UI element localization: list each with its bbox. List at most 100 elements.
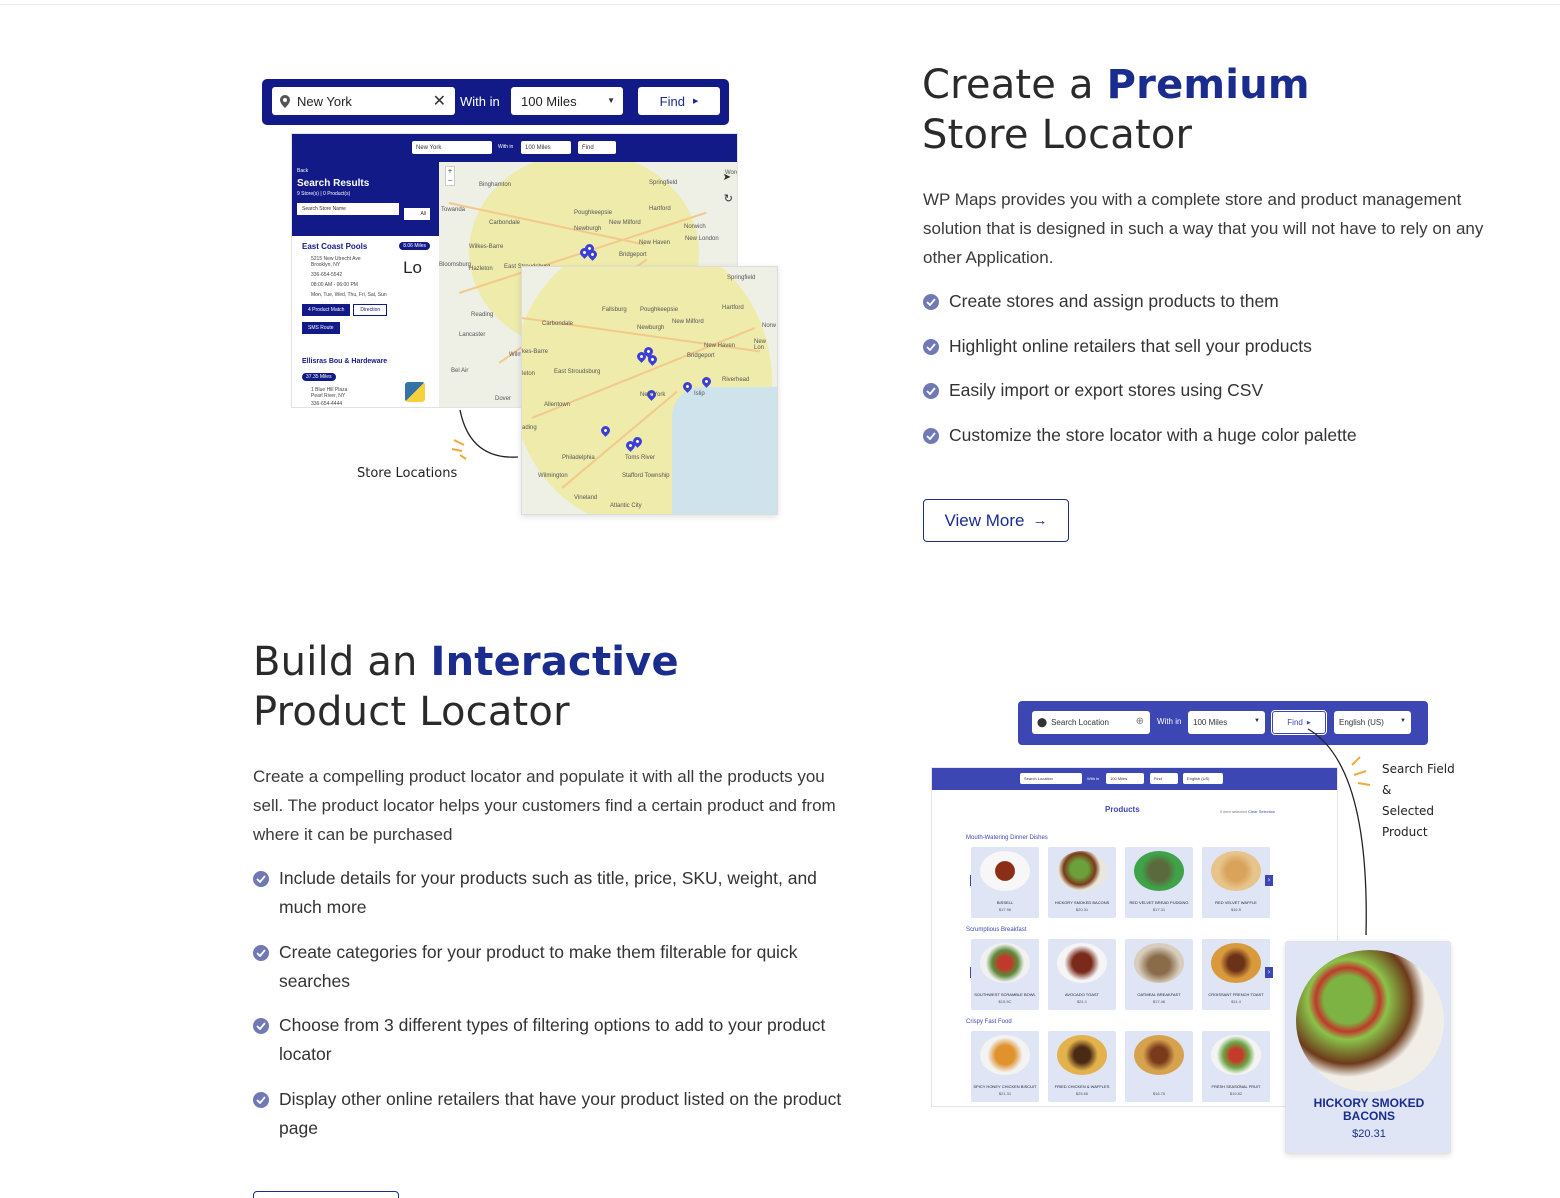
results-header: Back Search Results 9 Store(s) | 0 Produ… <box>292 162 439 236</box>
store-card-2: Ellisras Bou & Hardeware 37.35 Miles 1 B… <box>302 358 430 407</box>
check-circle-icon <box>923 294 939 310</box>
store-card-1: East Coast Pools 8.06 Miles 5215 New Utr… <box>302 242 430 334</box>
view-more-label: View More <box>944 510 1025 530</box>
mini-find-label: Find <box>582 144 594 151</box>
section2-heading: Build an Interactive Product Locator <box>253 637 679 737</box>
location-pin-icon: ⬤ <box>1037 717 1048 727</box>
radius-select[interactable]: 100 Miles ▼ <box>1188 711 1265 734</box>
connector-arrow <box>1307 728 1371 936</box>
results-count: 9 Store(s) | 0 Product(s) <box>297 191 351 197</box>
section1-heading-pre: Create a <box>922 62 1107 108</box>
map-town-label: New Milford <box>609 220 641 226</box>
map-town-label: Lancaster <box>459 332 486 338</box>
section1-heading-post: Store Locator <box>922 112 1193 158</box>
feature-item: Create categories for your product to ma… <box>253 938 853 996</box>
map-town-label: Norw <box>762 323 777 329</box>
product-card: RED VELVET BREAD PUDDING $17.31 <box>1125 847 1193 918</box>
map-town-label: New Haven <box>704 343 736 349</box>
map-town-label: New Milford <box>672 319 704 325</box>
section2-feature-list: Include details for your products such a… <box>253 864 853 1143</box>
map-town-label: Newburgh <box>637 325 665 331</box>
store-1-hours: 08:00 AM - 06:00 PM <box>311 282 358 288</box>
mini-radius-select: 100 Miles <box>1106 773 1144 784</box>
chevron-right-icon: › <box>1265 967 1273 978</box>
map-town-label: Poughkeepsie <box>640 307 679 313</box>
product-card: SPICY HONEY CHICKEN BISCUIT $21.31 <box>971 1031 1039 1102</box>
section1-heading-accent: Premium <box>1106 62 1310 108</box>
location-input[interactable]: New York ✕ <box>272 87 455 115</box>
pointer-arrow <box>451 409 519 460</box>
check-circle-icon <box>923 427 939 444</box>
product-card: BISSELL $17.96 <box>971 847 1039 918</box>
store-1-logo: Lo <box>403 258 422 277</box>
map-town-label: Springfield <box>649 180 678 186</box>
map-town-label: Norwich <box>684 224 706 230</box>
section2-description: Create a compelling product locator and … <box>253 767 836 844</box>
feature-item: Choose from 3 different types of filteri… <box>253 1011 853 1069</box>
caret-down-icon: ▼ <box>1400 718 1406 724</box>
map-town-label: Carbondale <box>489 220 521 226</box>
feature-item: Highlight online retailers that sell you… <box>923 332 1523 361</box>
feature-item: Create stores and assign products to the… <box>923 287 1523 316</box>
feature-item: Customize the store locator with a huge … <box>923 421 1523 450</box>
store-2-distance: 37.35 Miles <box>302 373 336 381</box>
radius-select[interactable]: 100 Miles ▼ <box>511 87 623 115</box>
arrow-right-icon: → <box>1032 512 1048 529</box>
mini-search-bar: New York With in 100 Miles Find <box>292 134 737 162</box>
check-circle-icon <box>253 1018 269 1034</box>
product-card: $16.76 <box>1125 1031 1193 1102</box>
find-button[interactable]: Find ▶ <box>638 87 720 115</box>
results-title: Search Results <box>297 178 370 189</box>
crosshair-icon[interactable]: ⊕ <box>1136 716 1144 727</box>
product-card: FRIED CHICKEN & WAFFLES $25.66 <box>1048 1031 1116 1102</box>
product-locator-screenshot: Search Location With in 100 Miles Find E… <box>931 767 1338 1107</box>
mini-within-label: With in <box>1087 776 1100 781</box>
mini-location-value: New York <box>416 144 442 151</box>
check-circle-icon <box>923 338 939 355</box>
map-town-label: Vineland <box>574 495 598 501</box>
map-town-label: Binghamton <box>479 182 512 188</box>
store-1-distance: 8.06 Miles <box>399 242 430 250</box>
section2-view-more-button[interactable] <box>253 1191 399 1198</box>
map-town-label: East Stroudsburg <box>554 369 601 375</box>
search-location-input[interactable]: ⬤ Search Location ⊕ <box>1032 711 1150 734</box>
product-card: FRESH SEASONAL FRUIT $19.82 <box>1202 1031 1270 1102</box>
map-town-label: Allentown <box>544 402 571 408</box>
within-label: With in <box>1157 717 1182 726</box>
map-town-label: Newburgh <box>574 226 602 232</box>
section2-heading-accent: Interactive <box>430 639 679 685</box>
section1-heading: Create a Premium Store Locator <box>922 60 1310 160</box>
product-card: OATMEAL BREAKFAST $17.46 <box>1125 939 1193 1010</box>
clear-icon[interactable]: ✕ <box>433 91 446 111</box>
map-town-label: Islip <box>694 391 705 397</box>
view-more-button[interactable]: View More → <box>923 499 1069 542</box>
map-town-label: Riverhead <box>722 377 750 383</box>
within-label: With in <box>460 94 500 109</box>
caret-down-icon: ▼ <box>1254 718 1260 724</box>
mini-search-location: Search Location <box>1020 773 1082 784</box>
product-card: RED VELVET WAFFLE $16.5 <box>1202 847 1270 918</box>
radius-value: 100 Miles <box>1193 718 1228 727</box>
map-town-label: Fallsburg <box>602 307 627 313</box>
section1-feature-list: Create stores and assign products to the… <box>923 287 1523 450</box>
map-town-label: New Lon <box>754 339 767 351</box>
caret-right-icon: ▶ <box>692 98 699 105</box>
location-pin-icon <box>280 94 290 108</box>
all-filter: All <box>404 208 430 220</box>
radius-value: 100 Miles <box>521 93 577 109</box>
search-field-note: Search Field & Selected Product <box>1382 762 1455 839</box>
product-card: HICKORY SMOKED BACONS $20.31 <box>1048 847 1116 918</box>
mini-find-button: Find <box>1150 773 1178 784</box>
map-town-label: New Haven <box>639 240 671 246</box>
sms-route-button: SMS Route <box>302 322 340 334</box>
check-circle-icon <box>253 1091 269 1108</box>
map-town-label: Dover <box>495 396 512 402</box>
map-town-label: Poughkeepsie <box>574 210 613 216</box>
store-2-name: Ellisras Bou & Hardeware <box>302 358 388 365</box>
section2-heading-post: Product Locator <box>253 689 570 735</box>
check-circle-icon <box>253 944 269 961</box>
mini-location-input: New York <box>412 141 492 154</box>
mini-radius-select: 100 Miles <box>521 141 571 154</box>
map-town-label: Hazleton <box>469 266 493 272</box>
map-town-label: Bridgeport <box>619 252 647 258</box>
